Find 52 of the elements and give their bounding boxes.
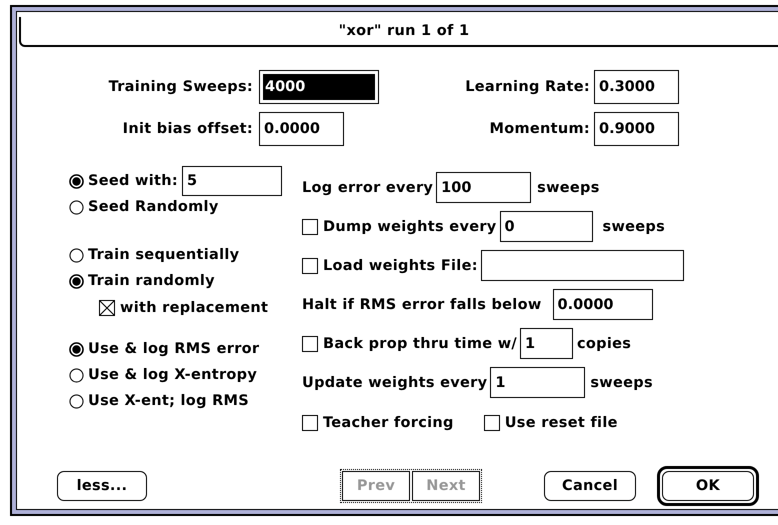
radio-label: Train sequentially: [88, 247, 240, 263]
setting-label: Halt if RMS error falls below: [302, 296, 542, 312]
radio-label: Use & log X-entropy: [88, 367, 258, 383]
radio-button[interactable]: [69, 274, 84, 288]
cancel-button[interactable]: Cancel: [544, 471, 636, 501]
setting-label: Update weights every: [302, 374, 488, 390]
input-field[interactable]: 0: [500, 211, 593, 242]
radio-label: Seed with:: [88, 173, 178, 189]
unit-label: sweeps: [602, 218, 666, 234]
input-field[interactable]: 4000: [259, 70, 379, 104]
input-field[interactable]: 1: [490, 367, 586, 398]
radio-button[interactable]: [69, 248, 84, 262]
checkbox[interactable]: [302, 218, 318, 234]
setting-label: Back prop thru time w/: [323, 336, 518, 352]
radio-button[interactable]: [69, 200, 84, 214]
setting-label: Dump weights every: [323, 218, 497, 234]
checkbox[interactable]: [302, 336, 318, 352]
input-field[interactable]: 0.9000: [594, 112, 679, 146]
radio-button[interactable]: [69, 368, 84, 382]
setting-label: Load weights File:: [323, 258, 478, 274]
input-field[interactable]: 0.3000: [594, 70, 679, 104]
radio-label: Use X-ent; log RMS: [88, 393, 250, 409]
unit-label: sweeps: [537, 180, 600, 196]
checkbox[interactable]: [302, 258, 318, 274]
input-field[interactable]: 0.0000: [552, 289, 653, 320]
checkbox[interactable]: [484, 415, 500, 431]
field-label: Learning Rate:: [464, 79, 590, 95]
field-label: Momentum:: [488, 121, 590, 137]
radio-label: Train randomly: [88, 273, 215, 289]
input-field[interactable]: 1: [520, 328, 574, 359]
input-field[interactable]: 100: [436, 172, 532, 203]
checkbox[interactable]: [99, 300, 115, 316]
input-field[interactable]: 5: [182, 166, 282, 196]
input-field[interactable]: 0.0000: [259, 112, 344, 146]
checkbox-label: Use reset file: [504, 415, 618, 431]
radio-button[interactable]: [69, 342, 84, 356]
input-field[interactable]: [480, 250, 684, 281]
setting-label: Log error every: [302, 180, 434, 196]
unit-label: copies: [577, 336, 632, 352]
checkbox-label: Teacher forcing: [323, 415, 454, 431]
radio-label: Seed Randomly: [88, 199, 219, 215]
radio-button[interactable]: [69, 394, 84, 408]
radio-button[interactable]: [69, 174, 84, 188]
unit-label: sweeps: [590, 374, 653, 390]
ok-button[interactable]: OK: [657, 466, 759, 506]
checkbox-label: with replacement: [120, 300, 268, 316]
checkbox[interactable]: [302, 415, 318, 431]
field-label: Init bias offset:: [122, 121, 253, 137]
window-title: "xor" run 1 of 1: [338, 23, 470, 39]
field-label: Training Sweeps:: [108, 79, 253, 95]
radio-label: Use & log RMS error: [88, 341, 260, 357]
less-button[interactable]: less...: [57, 471, 147, 501]
